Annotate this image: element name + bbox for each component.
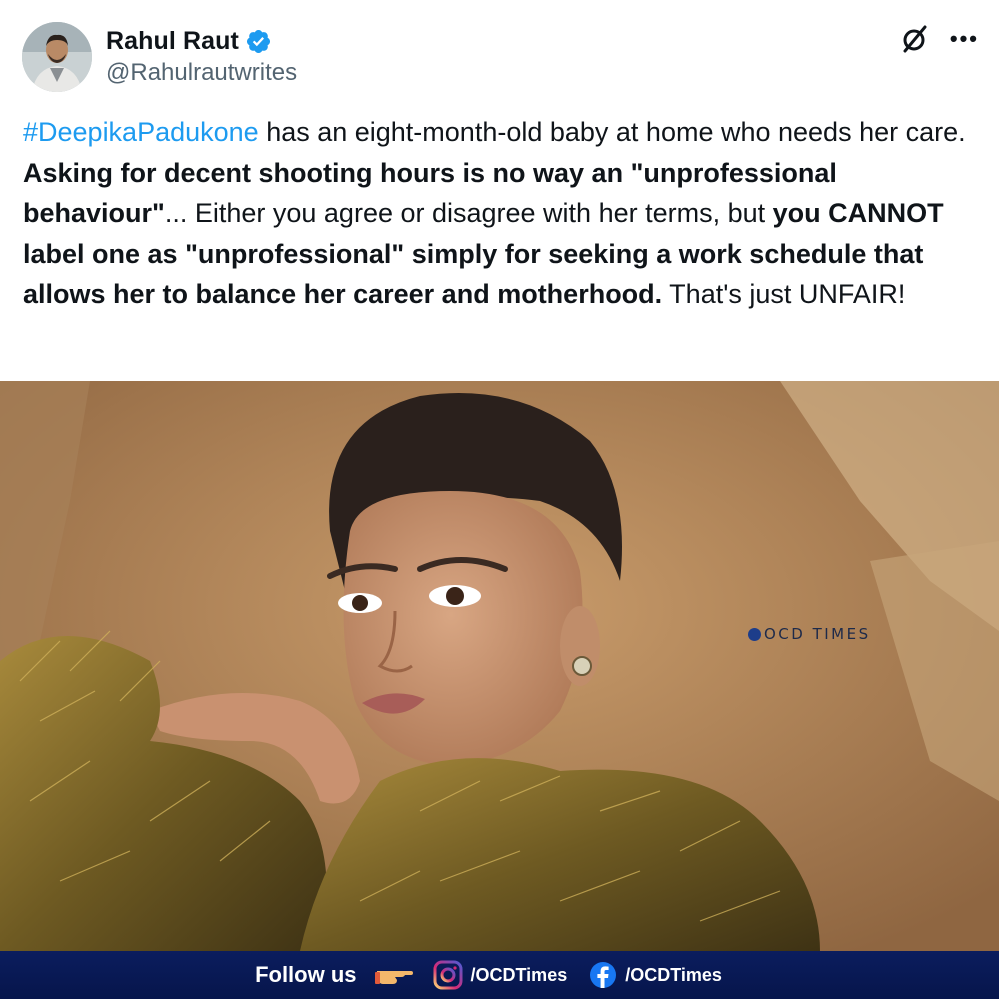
top-actions: •••	[898, 22, 979, 56]
tweet-text-segment-1: has an eight-month-old baby at home who …	[258, 117, 966, 147]
footer-bar: Follow us /OCDTimes /OCDTimes	[0, 951, 999, 999]
more-dots-icon[interactable]: •••	[950, 28, 979, 50]
author-name[interactable]: Rahul Raut	[106, 27, 239, 56]
instagram-icon	[433, 960, 463, 990]
tweet-text-segment-3: That's just UNFAIR!	[662, 279, 906, 309]
facebook-link[interactable]: /OCDTimes	[589, 961, 722, 989]
facebook-handle: /OCDTimes	[625, 964, 722, 985]
avatar[interactable]	[22, 22, 92, 92]
instagram-link[interactable]: /OCDTimes	[433, 960, 568, 990]
tweet-text-segment-2: ... Either you agree or disagree with he…	[164, 198, 773, 228]
watermark-text: OCD TIMES	[764, 625, 871, 643]
watermark: OCD TIMES	[748, 624, 871, 644]
author-name-row: Rahul Raut	[106, 26, 297, 56]
tweet-photo[interactable]: OCD TIMES	[0, 381, 999, 951]
author-handle[interactable]: @Rahulrautwrites	[106, 59, 297, 87]
pointing-hand-icon	[374, 962, 415, 988]
instagram-handle: /OCDTimes	[470, 964, 568, 985]
author-block: Rahul Raut @Rahulrautwrites	[106, 26, 297, 87]
photo-illustration	[0, 381, 999, 951]
hashtag-link[interactable]: #DeepikaPadukone	[23, 117, 259, 147]
verified-badge-icon	[245, 28, 272, 55]
tweet-text: #DeepikaPadukone has an eight-month-old …	[23, 112, 983, 315]
follow-us-label: Follow us	[255, 962, 357, 987]
facebook-icon	[589, 961, 617, 989]
grok-slash-icon[interactable]	[898, 22, 932, 56]
watermark-logo-icon	[748, 627, 761, 641]
tweet-header: Rahul Raut @Rahulrautwrites •••	[0, 0, 999, 110]
